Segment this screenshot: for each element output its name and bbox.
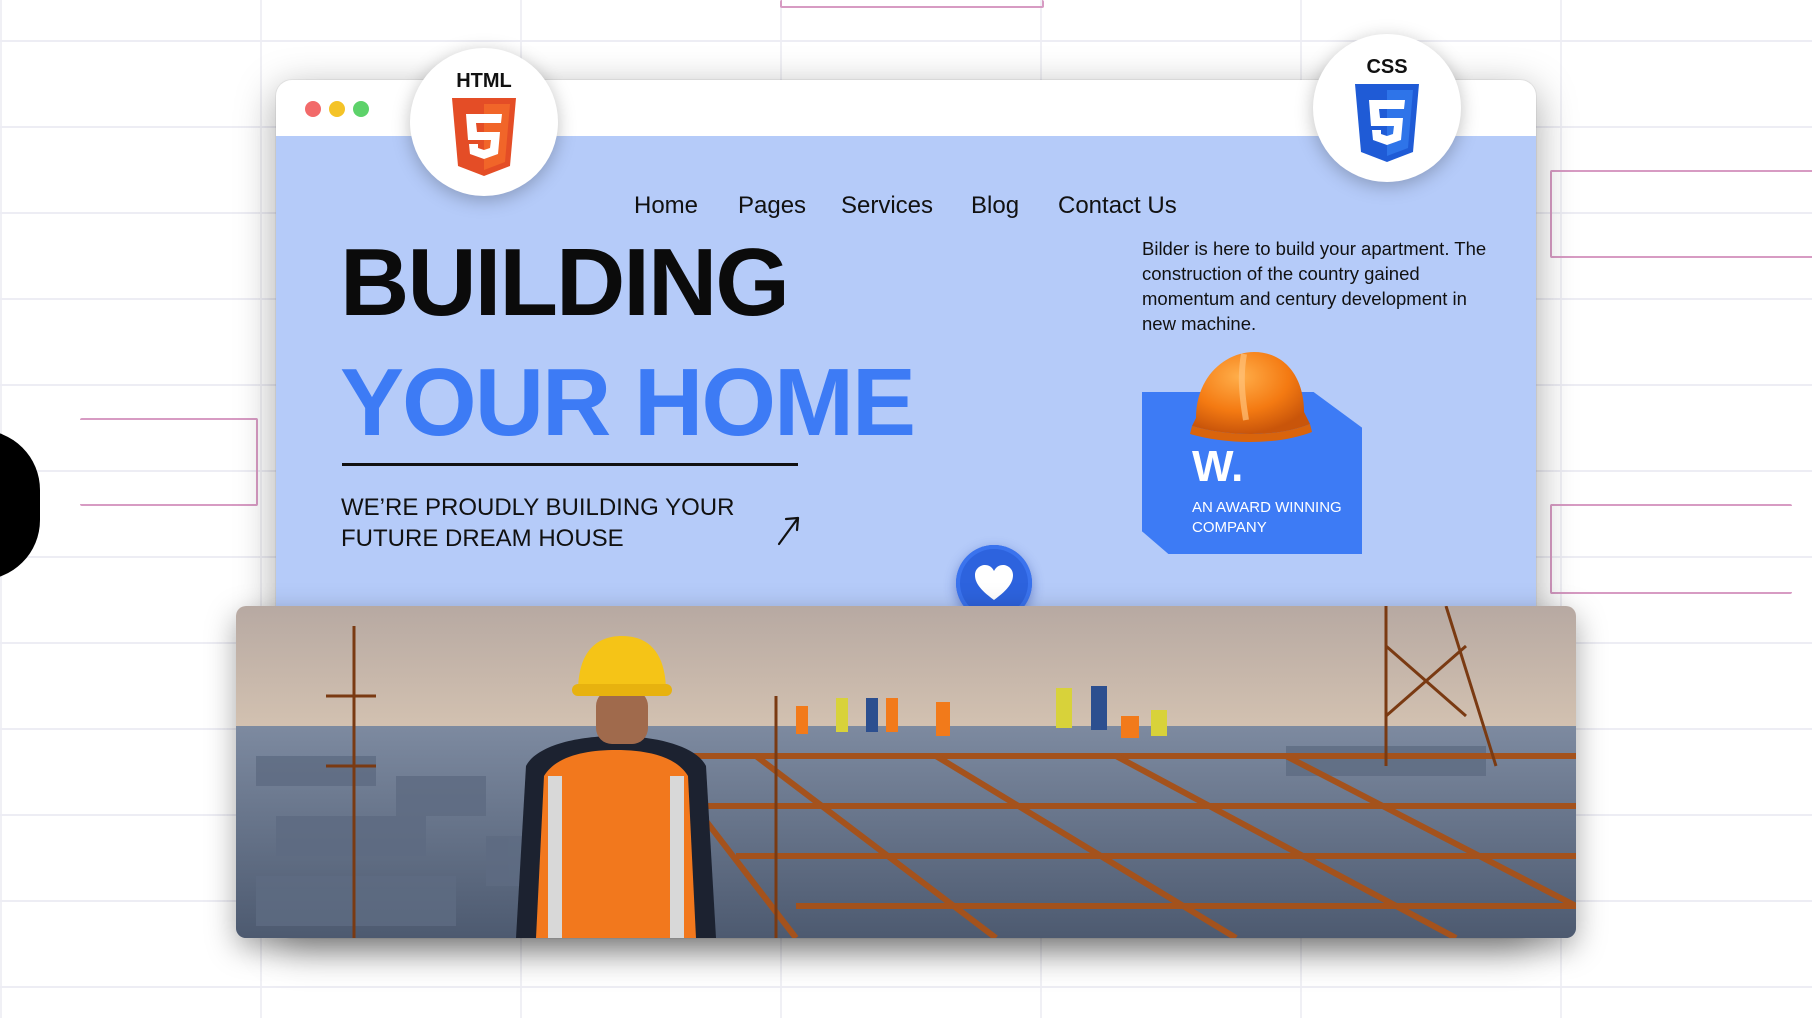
hero-tagline: WE’RE PROUDLY BUILDING YOUR FUTURE DREAM… [341, 494, 735, 552]
browser-window: Home Pages Services Blog Contact Us BUIL… [236, 80, 1576, 938]
html-badge-label: HTML [456, 70, 512, 92]
hero-headline-line1: BUILDING [340, 229, 790, 336]
nav-pages[interactable]: Pages [738, 192, 806, 220]
award-text: AN AWARD WINNING COMPANY [1192, 499, 1342, 536]
html-badge: HTML [410, 48, 558, 196]
close-window-button[interactable] [305, 101, 321, 117]
nav-contact-us[interactable]: Contact Us [1058, 192, 1177, 220]
hero-construction-photo [236, 606, 1576, 938]
css-badge-label: CSS [1366, 56, 1408, 78]
css-badge: CSS [1313, 34, 1461, 182]
award-mark: W. [1192, 442, 1244, 491]
decor-line [1550, 170, 1812, 258]
css3-icon [1355, 84, 1419, 162]
minimize-window-button[interactable] [329, 101, 345, 117]
nav-services[interactable]: Services [841, 192, 933, 220]
arrow-up-right-icon[interactable] [774, 512, 804, 548]
nav-home[interactable]: Home [634, 192, 698, 220]
maximize-window-button[interactable] [353, 101, 369, 117]
html5-icon [452, 98, 516, 176]
construction-site-image [236, 606, 1576, 938]
decor-line [1550, 504, 1792, 594]
nav-blog[interactable]: Blog [971, 192, 1019, 220]
hero-headline-line2: YOUR HOME [340, 349, 916, 456]
decor-line [780, 0, 1044, 8]
decor-line [80, 418, 258, 506]
heart-icon [975, 565, 1013, 600]
hero-intro-text: Bilder is here to build your apartment. … [1142, 238, 1487, 334]
main-nav: Home Pages Services Blog Contact Us [276, 192, 1536, 232]
hard-hat-icon [1190, 352, 1312, 442]
hero-divider [342, 463, 798, 466]
